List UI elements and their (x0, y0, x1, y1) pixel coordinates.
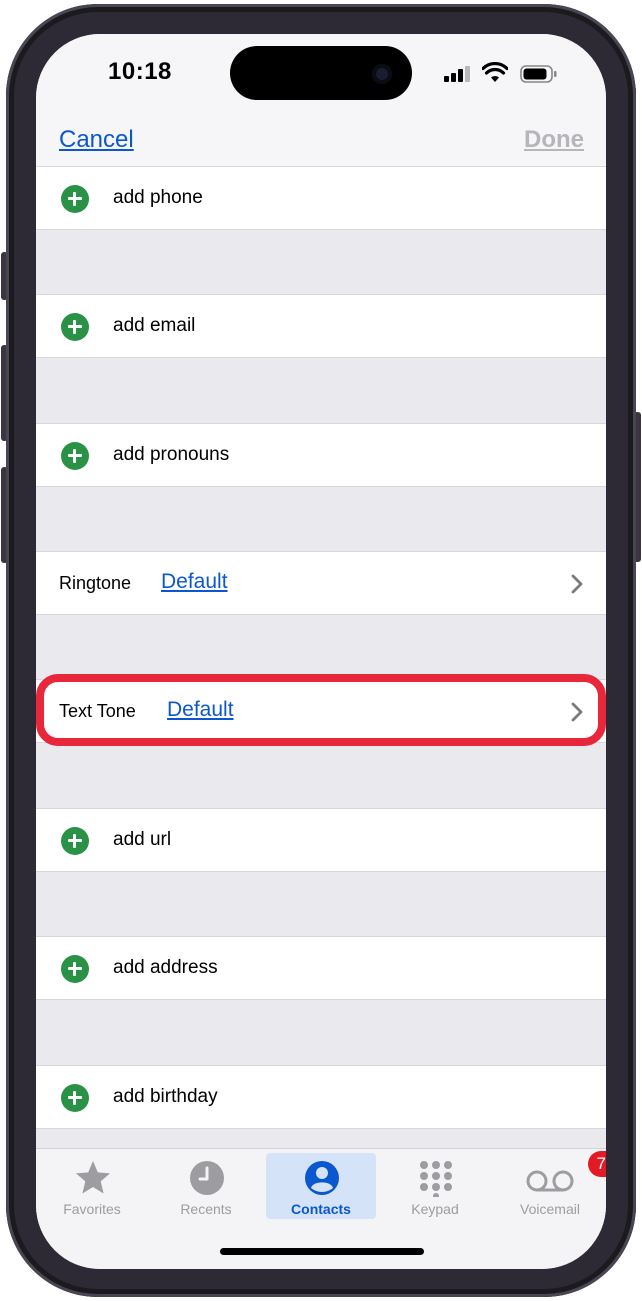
ringtone-row[interactable]: Ringtone Default (36, 551, 606, 615)
chevron-right-icon (571, 574, 583, 594)
add-birthday-label: add birthday (113, 1086, 218, 1107)
home-indicator[interactable] (220, 1248, 424, 1255)
tab-voicemail[interactable]: 74 Voicemail (495, 1151, 606, 1219)
add-icon (61, 313, 89, 341)
add-email-row[interactable]: add email (36, 294, 606, 358)
tab-recents[interactable]: Recents (151, 1153, 261, 1219)
add-phone-row[interactable]: add phone (36, 166, 606, 230)
tab-label: Voicemail (520, 1201, 580, 1217)
add-icon (61, 442, 89, 470)
cancel-button[interactable]: Cancel (59, 126, 134, 154)
add-address-label: add address (113, 957, 218, 978)
add-icon (61, 185, 89, 213)
tab-label: Recents (180, 1201, 232, 1217)
status-bar: 10:18 (36, 34, 606, 118)
camera-icon (372, 64, 392, 84)
ringtone-label: Ringtone (59, 573, 132, 593)
text-tone-label: Text Tone (59, 701, 136, 721)
tab-keypad[interactable]: Keypad (380, 1153, 490, 1219)
add-birthday-row[interactable]: add birthday (36, 1065, 606, 1129)
add-icon (61, 1084, 89, 1112)
add-pronouns-row[interactable]: add pronouns (36, 423, 606, 487)
chevron-right-icon (571, 702, 583, 722)
dynamic-island (230, 46, 412, 100)
text-tone-row[interactable]: Text Tone Default (36, 679, 606, 743)
tab-label: Favorites (63, 1201, 121, 1217)
star-icon (76, 1161, 110, 1194)
tab-label: Keypad (411, 1201, 459, 1217)
nav-bar: Cancel Done (36, 118, 606, 172)
add-icon (61, 827, 89, 855)
screen: 10:18 Cancel Done add phone add email ad… (36, 34, 606, 1269)
add-icon (61, 955, 89, 983)
status-time: 10:18 (108, 58, 172, 85)
person-circle-icon (305, 1161, 339, 1195)
battery-icon (520, 65, 557, 83)
tab-label: Contacts (291, 1201, 351, 1217)
add-email-label: add email (113, 315, 196, 336)
voicemail-icon (526, 1170, 574, 1192)
voicemail-badge: 74 (588, 1151, 606, 1177)
ringtone-value[interactable]: Default (161, 570, 228, 594)
tab-contacts[interactable]: Contacts (266, 1153, 376, 1219)
clock-icon (190, 1161, 224, 1195)
add-address-row[interactable]: add address (36, 936, 606, 1000)
add-pronouns-label: add pronouns (113, 444, 230, 465)
wifi-icon (482, 62, 508, 82)
tab-favorites[interactable]: Favorites (37, 1153, 147, 1219)
keypad-icon (420, 1161, 452, 1197)
cellular-signal-icon (444, 66, 472, 82)
done-button[interactable]: Done (524, 126, 584, 154)
add-phone-label: add phone (113, 187, 203, 208)
add-url-label: add url (113, 829, 172, 850)
text-tone-value[interactable]: Default (167, 698, 234, 722)
add-url-row[interactable]: add url (36, 808, 606, 872)
